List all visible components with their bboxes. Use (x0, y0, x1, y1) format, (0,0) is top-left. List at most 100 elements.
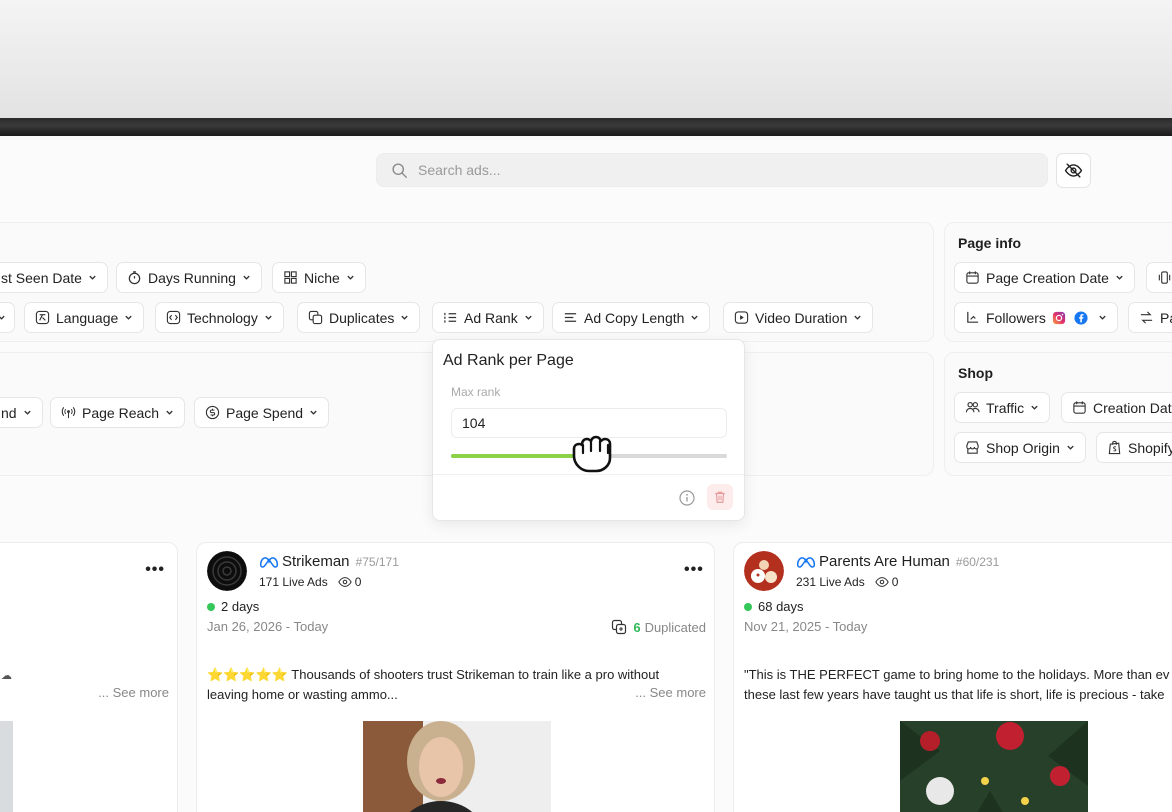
filter-label: nd (1, 404, 17, 421)
filter-label: Video Duration (755, 309, 848, 326)
meta-icon (259, 556, 279, 568)
grid-icon (284, 271, 297, 284)
advertiser-heading: Strikeman #75/171 (259, 553, 399, 570)
info-icon[interactable] (679, 490, 695, 506)
ad-stats: 231 Live Ads 0 (796, 575, 898, 589)
filter-followers[interactable]: Followers (954, 302, 1118, 333)
filter-label: st Seen Date (1, 269, 82, 286)
advertiser-heading: Parents Are Human #60/231 (796, 553, 999, 570)
code-icon (166, 310, 181, 325)
filter-page-reach[interactable]: Page Reach (50, 397, 186, 428)
filter-shop-origin[interactable]: Shop Origin (954, 432, 1086, 463)
advertiser-name[interactable]: Parents Are Human (819, 553, 950, 570)
grab-cursor-icon (572, 435, 612, 473)
filter-technology[interactable]: Technology (155, 302, 284, 333)
duplicated-badge[interactable]: 6 Duplicated (611, 619, 706, 635)
users-icon (965, 401, 980, 413)
days-running: 68 days (744, 599, 804, 614)
advertiser-name[interactable]: Strikeman (282, 553, 350, 570)
filter-label: Traffic (986, 399, 1025, 416)
chevron-down-icon (166, 410, 173, 415)
filter-shopify[interactable]: Shopify (1096, 432, 1172, 463)
filter-duplicates[interactable]: Duplicates (297, 302, 421, 333)
days-running: 2 days (207, 599, 259, 614)
filter-niche[interactable]: Niche (272, 262, 366, 293)
filter-page-creation-date[interactable]: Page Creation Date (954, 262, 1135, 293)
search-bar[interactable] (376, 153, 1048, 187)
instagram-icon (1052, 311, 1066, 324)
chevron-down-icon (691, 315, 699, 320)
filter-language[interactable]: Language (24, 302, 145, 333)
filter-label: Shop Origin (986, 439, 1060, 456)
duplicate-icon (308, 310, 323, 325)
hide-toggle-button[interactable] (1056, 153, 1091, 188)
search-input[interactable] (418, 162, 1018, 178)
ad-rank-label: #75/171 (355, 554, 399, 569)
views-count: 0 (354, 575, 362, 589)
language-icon (35, 310, 50, 325)
chevron-down-icon (347, 275, 354, 280)
more-options-icon[interactable]: ••• (684, 561, 704, 579)
swap-icon (1140, 311, 1153, 324)
chevron-down-icon (1067, 445, 1074, 450)
filter-label: Shopify (1128, 439, 1172, 456)
filter-page-partial[interactable]: Pa (1128, 302, 1172, 333)
popover-title: Ad Rank per Page (443, 352, 574, 369)
list-ordered-icon (444, 312, 457, 323)
ad-rank-label: #60/231 (955, 554, 1000, 569)
avatar (207, 551, 247, 591)
filter-label: Ad Copy Length (584, 309, 685, 326)
see-more-link[interactable]: ... See more (98, 685, 169, 700)
chevron-down-icon (89, 275, 96, 280)
broadcast-icon (61, 407, 76, 419)
shopify-icon (1108, 440, 1121, 455)
more-options-icon[interactable]: ••• (145, 561, 165, 579)
filter-days-running[interactable]: Days Running (116, 262, 262, 293)
ad-copy: ⭐⭐⭐⭐⭐ Thousands of shooters trust Strike… (207, 665, 659, 705)
filter-video-duration[interactable]: Video Duration (723, 302, 874, 333)
ad-media (900, 721, 1088, 812)
filter-ad-rank[interactable]: Ad Rank (432, 302, 544, 333)
ad-media (363, 721, 551, 812)
page-info-title: Page info (958, 235, 1022, 251)
ad-copy-line: these last few years have taught us that… (744, 687, 1165, 702)
calendar-icon (1073, 401, 1086, 414)
ad-copy: "This is THE PERFECT game to bring home … (744, 665, 1169, 705)
ad-card[interactable]: Parents Are Human #60/231 231 Live Ads 0… (733, 542, 1172, 812)
ad-card[interactable]: ••• ☁ ... See more (0, 542, 178, 812)
emoji-fragment: ☁ (1, 670, 12, 682)
followers-chart-icon (967, 311, 979, 323)
chevron-down-icon (23, 410, 31, 415)
eye-off-icon (1064, 163, 1083, 178)
chevron-down-icon (265, 315, 272, 320)
eye-icon (875, 577, 889, 587)
filter-page-spend[interactable]: Page Spend (194, 397, 330, 428)
filter-first-seen-date[interactable]: st Seen Date (0, 262, 108, 293)
chevron-down-icon (525, 315, 532, 320)
chevron-down-icon (854, 315, 862, 320)
text-lines-icon (564, 313, 577, 322)
active-dot (207, 602, 215, 611)
filter-traffic[interactable]: Traffic (954, 392, 1051, 423)
filter-page-spend-partial[interactable]: nd (0, 397, 43, 428)
filter-ad-copy-length[interactable]: Ad Copy Length (552, 302, 711, 333)
ad-copy-line: ⭐⭐⭐⭐⭐ Thousands of shooters trust Strike… (207, 667, 660, 682)
ad-card[interactable]: Strikeman #75/171 171 Live Ads 0 ••• 2 d… (196, 542, 715, 812)
filter-label: Language (56, 309, 119, 326)
filter-partial[interactable] (0, 302, 15, 333)
max-rank-label: Max rank (451, 385, 501, 399)
active-dot (744, 602, 752, 611)
filter-page-info-more[interactable] (1146, 262, 1172, 293)
see-more-link[interactable]: ... See more (635, 685, 706, 700)
meta-icon (796, 556, 816, 568)
trash-icon (715, 491, 725, 503)
filter-label: Page Creation Date (986, 269, 1109, 286)
filter-shop-creation-date[interactable]: Creation Dat (1061, 392, 1172, 423)
calendar-icon (966, 271, 979, 284)
days-label: 68 days (758, 599, 804, 614)
app-screen: Page info Shop st Seen Date Days Running… (0, 136, 1172, 812)
eye-icon (338, 577, 352, 587)
duplicate-icon (612, 619, 627, 635)
duplicated-count: 6 (633, 619, 641, 635)
delete-filter-button[interactable] (707, 484, 733, 510)
